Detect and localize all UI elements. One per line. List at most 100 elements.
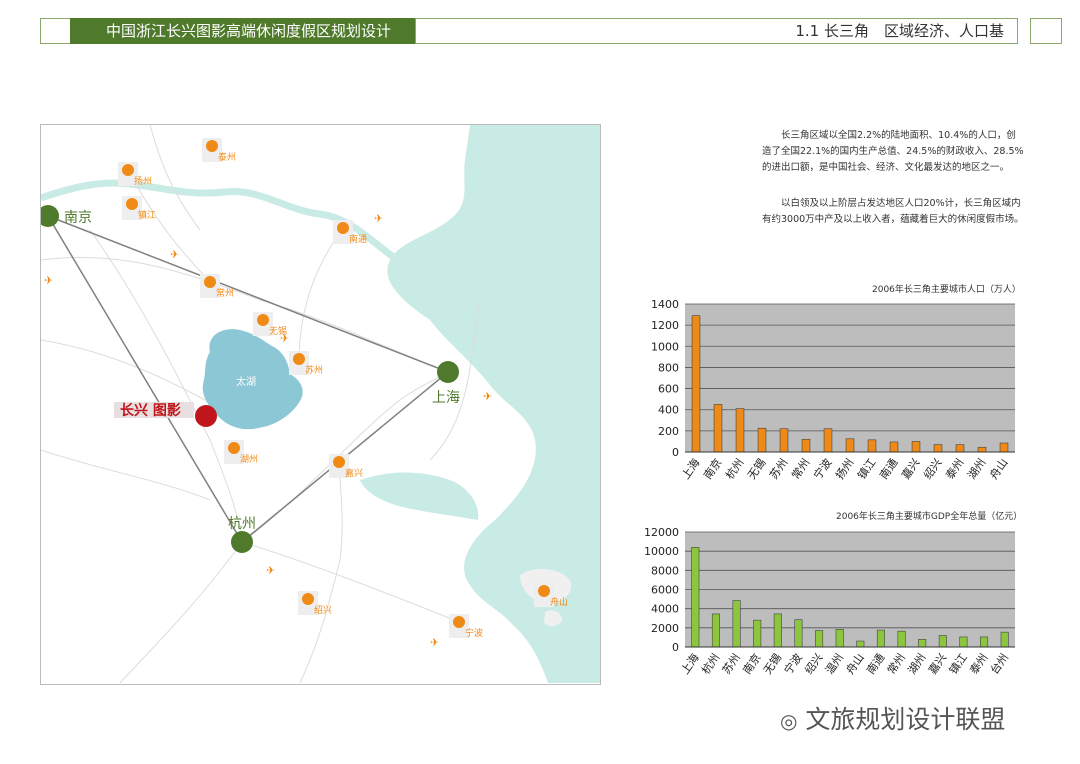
city-label: 南通 bbox=[349, 233, 367, 245]
bar bbox=[1000, 631, 1009, 648]
city-label: 镇江 bbox=[138, 209, 156, 221]
y-tick-label: 400 bbox=[658, 404, 679, 417]
bar bbox=[980, 636, 989, 648]
project-marker: 长兴 图影 bbox=[114, 402, 217, 427]
page-title: 中国浙江长兴图影高端休闲度假区规划设计 bbox=[70, 18, 415, 44]
x-tick-label: 镇江 bbox=[946, 651, 970, 677]
bar bbox=[955, 444, 965, 453]
y-tick-label: 1400 bbox=[651, 298, 679, 311]
city-label: 湖州 bbox=[240, 454, 258, 465]
city-dot bbox=[453, 616, 465, 628]
city-dot bbox=[228, 442, 240, 454]
bar bbox=[735, 408, 745, 453]
x-tick-label: 南通 bbox=[864, 651, 887, 676]
city-label: 宁波 bbox=[465, 627, 483, 639]
bar bbox=[911, 441, 921, 453]
bar bbox=[753, 619, 762, 648]
major-city-label: 南京 bbox=[64, 210, 92, 226]
population-chart: 0 200 400 600 800 1000 1200 1400 上海南京杭州无锡苏州常州宁波扬… bbox=[651, 298, 1015, 482]
major-city-label: 上海 bbox=[432, 390, 460, 406]
airport-icon: ✈ bbox=[430, 636, 439, 649]
y-tick-label: 1000 bbox=[651, 340, 679, 353]
city-dot bbox=[538, 585, 550, 597]
y-tick-label: 800 bbox=[658, 361, 679, 374]
airport-icon: ✈ bbox=[483, 390, 492, 403]
bar bbox=[918, 639, 927, 648]
x-tick-label: 常州 bbox=[789, 456, 812, 481]
bar bbox=[977, 446, 987, 453]
x-tick-label: 上海 bbox=[678, 651, 702, 677]
x-tick-label: 南通 bbox=[877, 456, 900, 481]
x-tick-label: 绍兴 bbox=[920, 456, 944, 482]
bar bbox=[794, 619, 803, 648]
x-tick-label: 杭州 bbox=[722, 456, 746, 482]
bar bbox=[823, 428, 833, 453]
y-tick-label: 200 bbox=[658, 425, 679, 438]
x-tick-label: 台州 bbox=[987, 651, 1011, 677]
y-tick-label: 0 bbox=[672, 446, 679, 459]
x-tick-label: 湖州 bbox=[905, 651, 928, 676]
x-tick-label: 泰州 bbox=[966, 651, 990, 677]
city-label: 嘉兴 bbox=[345, 467, 363, 479]
city-dot bbox=[337, 222, 349, 234]
y-tick-label: 1200 bbox=[651, 319, 679, 332]
bar bbox=[845, 438, 855, 453]
city-label: 苏州 bbox=[305, 364, 323, 376]
bar bbox=[856, 640, 865, 648]
bar bbox=[732, 600, 741, 648]
x-tick-label: 绍兴 bbox=[801, 651, 825, 677]
x-tick-label: 无锡 bbox=[744, 456, 768, 482]
city-dot bbox=[302, 593, 314, 605]
bar bbox=[999, 442, 1009, 453]
city-marker: 绍兴 bbox=[298, 591, 332, 616]
x-tick-label: 泰州 bbox=[942, 456, 966, 482]
major-city-marker: 南京 bbox=[37, 205, 92, 227]
bar bbox=[933, 444, 943, 453]
bar bbox=[938, 635, 947, 648]
x-tick-label: 嘉兴 bbox=[898, 456, 922, 482]
project-label: 长兴 图影 bbox=[120, 402, 181, 419]
bar bbox=[773, 613, 782, 648]
x-tick-label: 舟山 bbox=[843, 651, 867, 677]
x-tick-label: 镇江 bbox=[854, 456, 878, 482]
city-dot bbox=[293, 353, 305, 365]
city-label: 舟山 bbox=[550, 596, 568, 608]
bar bbox=[757, 427, 767, 453]
airport-icon: ✈ bbox=[374, 212, 383, 225]
header-page-box bbox=[1030, 18, 1062, 44]
bar bbox=[691, 547, 700, 648]
x-tick-label: 舟山 bbox=[986, 456, 1010, 482]
x-tick-label: 无锡 bbox=[760, 651, 784, 677]
bar bbox=[711, 613, 720, 648]
east-sea bbox=[387, 125, 600, 683]
city-label: 绍兴 bbox=[314, 604, 332, 616]
city-dot bbox=[122, 164, 134, 176]
bar bbox=[897, 630, 906, 648]
major-city-dot bbox=[231, 531, 253, 553]
bar bbox=[779, 428, 789, 453]
city-dot bbox=[204, 276, 216, 288]
y-tick-label: 4000 bbox=[651, 603, 679, 616]
project-dot bbox=[195, 405, 217, 427]
x-tick-label: 常州 bbox=[885, 651, 908, 676]
major-city-dot bbox=[37, 205, 59, 227]
gdp-chart: 0 2000 4000 6000 8000 10000 12000 上海杭州苏州南京无锡宁波绍… bbox=[644, 526, 1015, 677]
bar bbox=[691, 315, 701, 453]
city-marker: 泰州 bbox=[202, 138, 236, 163]
bar bbox=[815, 630, 824, 648]
city-dot bbox=[206, 140, 218, 152]
y-tick-label: 12000 bbox=[644, 526, 679, 539]
airport-icon: ✈ bbox=[266, 564, 275, 577]
bar bbox=[835, 628, 844, 648]
x-tick-label: 南京 bbox=[700, 456, 724, 482]
lake-label: 太湖 bbox=[236, 375, 256, 388]
x-tick-label: 杭州 bbox=[698, 651, 722, 677]
y-tick-label: 2000 bbox=[651, 622, 679, 635]
region-map: 太湖 ✈ ✈ ✈ ✈ ✈ ✈ ✈ 泰州 扬州 镇江 南通 常州 无锡 苏州 湖州… bbox=[37, 124, 601, 685]
city-label: 扬州 bbox=[134, 175, 152, 187]
bar bbox=[889, 441, 899, 453]
wechat-icon: ◎ bbox=[780, 709, 798, 733]
bar bbox=[867, 439, 877, 453]
major-city-dot bbox=[437, 361, 459, 383]
city-marker: 嘉兴 bbox=[329, 454, 363, 479]
